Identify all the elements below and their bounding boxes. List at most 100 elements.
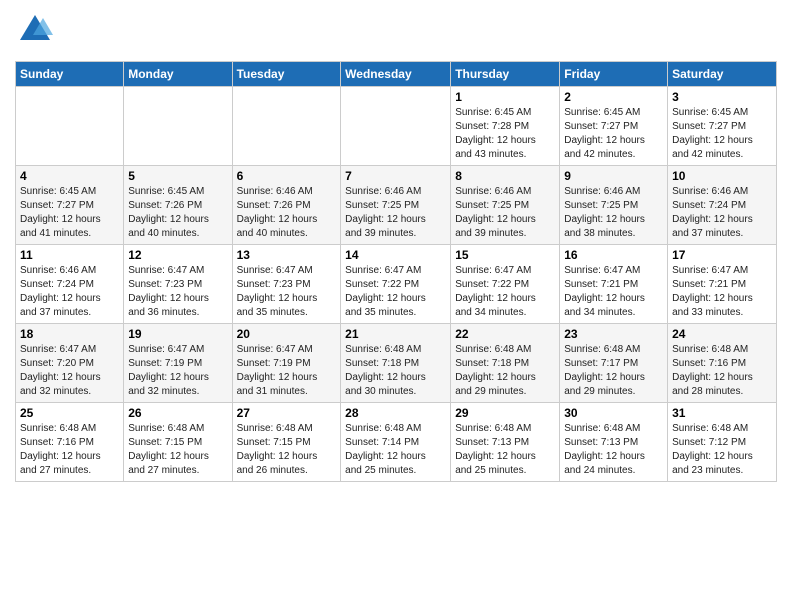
day-info: Sunrise: 6:46 AM Sunset: 7:26 PM Dayligh… [237, 185, 337, 241]
day-info: Sunrise: 6:48 AM Sunset: 7:18 PM Dayligh… [345, 343, 446, 399]
day-info: Sunrise: 6:48 AM Sunset: 7:15 PM Dayligh… [237, 422, 337, 478]
calendar-cell [124, 87, 232, 166]
day-info: Sunrise: 6:46 AM Sunset: 7:25 PM Dayligh… [564, 185, 663, 241]
day-number: 8 [455, 169, 555, 183]
day-number: 18 [20, 327, 119, 341]
calendar-cell: 9 Sunrise: 6:46 AM Sunset: 7:25 PM Daylig… [560, 166, 668, 245]
calendar-cell [232, 87, 341, 166]
calendar-cell: 10Sunrise: 6:46 AM Sunset: 7:24 PM Dayli… [668, 166, 777, 245]
calendar-cell: 21 Sunrise: 6:48 AM Sunset: 7:18 PM Dayli… [341, 324, 451, 403]
calendar-cell: 3 Sunrise: 6:45 AM Sunset: 7:27 PM Daylig… [668, 87, 777, 166]
calendar-cell: 31Sunrise: 6:48 AM Sunset: 7:12 PM Dayli… [668, 403, 777, 482]
weekday-header-wednesday: Wednesday [341, 62, 451, 87]
day-number: 17 [672, 248, 772, 262]
calendar-cell: 1 Sunrise: 6:45 AM Sunset: 7:28 PM Daylig… [451, 87, 560, 166]
calendar-cell: 27Sunrise: 6:48 AM Sunset: 7:15 PM Dayli… [232, 403, 341, 482]
calendar-cell: 24Sunrise: 6:48 AM Sunset: 7:16 PM Dayli… [668, 324, 777, 403]
day-info: Sunrise: 6:48 AM Sunset: 7:14 PM Dayligh… [345, 422, 446, 478]
calendar-cell: 2 Sunrise: 6:45 AM Sunset: 7:27 PM Daylig… [560, 87, 668, 166]
calendar-cell: 30 Sunrise: 6:48 AM Sunset: 7:13 PM Dayli… [560, 403, 668, 482]
calendar-cell: 4 Sunrise: 6:45 AM Sunset: 7:27 PM Daylig… [16, 166, 124, 245]
day-info: Sunrise: 6:46 AM Sunset: 7:25 PM Dayligh… [455, 185, 555, 241]
day-number: 29 [455, 406, 555, 420]
calendar-cell: 22Sunrise: 6:48 AM Sunset: 7:18 PM Dayli… [451, 324, 560, 403]
weekday-header-row: SundayMondayTuesdayWednesdayThursdayFrid… [16, 62, 777, 87]
day-number: 11 [20, 248, 119, 262]
day-info: Sunrise: 6:48 AM Sunset: 7:16 PM Dayligh… [672, 343, 772, 399]
weekday-header-sunday: Sunday [16, 62, 124, 87]
day-number: 19 [128, 327, 227, 341]
day-number: 25 [20, 406, 119, 420]
calendar-cell: 6 Sunrise: 6:46 AM Sunset: 7:26 PM Daylig… [232, 166, 341, 245]
calendar-cell: 28 Sunrise: 6:48 AM Sunset: 7:14 PM Dayli… [341, 403, 451, 482]
day-number: 26 [128, 406, 227, 420]
header [15, 10, 777, 55]
day-info: Sunrise: 6:48 AM Sunset: 7:17 PM Dayligh… [564, 343, 663, 399]
weekday-header-saturday: Saturday [668, 62, 777, 87]
calendar-cell: 7 Sunrise: 6:46 AM Sunset: 7:25 PM Daylig… [341, 166, 451, 245]
calendar-cell: 26 Sunrise: 6:48 AM Sunset: 7:15 PM Dayli… [124, 403, 232, 482]
day-number: 21 [345, 327, 446, 341]
day-number: 16 [564, 248, 663, 262]
logo-image [15, 10, 55, 55]
day-info: Sunrise: 6:48 AM Sunset: 7:16 PM Dayligh… [20, 422, 119, 478]
day-number: 14 [345, 248, 446, 262]
day-info: Sunrise: 6:48 AM Sunset: 7:13 PM Dayligh… [564, 422, 663, 478]
day-info: Sunrise: 6:47 AM Sunset: 7:21 PM Dayligh… [672, 264, 772, 320]
main-container: SundayMondayTuesdayWednesdayThursdayFrid… [0, 0, 792, 492]
day-info: Sunrise: 6:47 AM Sunset: 7:19 PM Dayligh… [237, 343, 337, 399]
day-number: 30 [564, 406, 663, 420]
calendar-cell: 5 Sunrise: 6:45 AM Sunset: 7:26 PM Daylig… [124, 166, 232, 245]
calendar-cell [16, 87, 124, 166]
day-info: Sunrise: 6:48 AM Sunset: 7:15 PM Dayligh… [128, 422, 227, 478]
day-number: 7 [345, 169, 446, 183]
weekday-header-monday: Monday [124, 62, 232, 87]
week-row-5: 25 Sunrise: 6:48 AM Sunset: 7:16 PM Dayli… [16, 403, 777, 482]
day-info: Sunrise: 6:45 AM Sunset: 7:27 PM Dayligh… [564, 106, 663, 162]
day-info: Sunrise: 6:45 AM Sunset: 7:26 PM Dayligh… [128, 185, 227, 241]
calendar-cell: 11 Sunrise: 6:46 AM Sunset: 7:24 PM Dayli… [16, 245, 124, 324]
calendar-cell: 20Sunrise: 6:47 AM Sunset: 7:19 PM Dayli… [232, 324, 341, 403]
day-info: Sunrise: 6:45 AM Sunset: 7:27 PM Dayligh… [20, 185, 119, 241]
day-info: Sunrise: 6:47 AM Sunset: 7:23 PM Dayligh… [128, 264, 227, 320]
calendar-cell: 17 Sunrise: 6:47 AM Sunset: 7:21 PM Dayli… [668, 245, 777, 324]
day-info: Sunrise: 6:47 AM Sunset: 7:21 PM Dayligh… [564, 264, 663, 320]
day-number: 28 [345, 406, 446, 420]
day-info: Sunrise: 6:47 AM Sunset: 7:19 PM Dayligh… [128, 343, 227, 399]
calendar-cell: 14 Sunrise: 6:47 AM Sunset: 7:22 PM Dayli… [341, 245, 451, 324]
day-number: 6 [237, 169, 337, 183]
day-number: 3 [672, 90, 772, 104]
day-info: Sunrise: 6:48 AM Sunset: 7:18 PM Dayligh… [455, 343, 555, 399]
calendar-cell: 23 Sunrise: 6:48 AM Sunset: 7:17 PM Dayli… [560, 324, 668, 403]
day-number: 2 [564, 90, 663, 104]
week-row-2: 4 Sunrise: 6:45 AM Sunset: 7:27 PM Daylig… [16, 166, 777, 245]
day-number: 23 [564, 327, 663, 341]
calendar-cell: 15Sunrise: 6:47 AM Sunset: 7:22 PM Dayli… [451, 245, 560, 324]
day-info: Sunrise: 6:46 AM Sunset: 7:25 PM Dayligh… [345, 185, 446, 241]
day-info: Sunrise: 6:45 AM Sunset: 7:27 PM Dayligh… [672, 106, 772, 162]
day-number: 1 [455, 90, 555, 104]
calendar-cell: 25 Sunrise: 6:48 AM Sunset: 7:16 PM Dayli… [16, 403, 124, 482]
logo [15, 10, 59, 55]
calendar-cell: 29 Sunrise: 6:48 AM Sunset: 7:13 PM Dayli… [451, 403, 560, 482]
day-number: 5 [128, 169, 227, 183]
weekday-header-friday: Friday [560, 62, 668, 87]
day-info: Sunrise: 6:46 AM Sunset: 7:24 PM Dayligh… [672, 185, 772, 241]
day-number: 31 [672, 406, 772, 420]
calendar-cell: 18Sunrise: 6:47 AM Sunset: 7:20 PM Dayli… [16, 324, 124, 403]
day-number: 9 [564, 169, 663, 183]
calendar: SundayMondayTuesdayWednesdayThursdayFrid… [15, 61, 777, 482]
calendar-cell: 12 Sunrise: 6:47 AM Sunset: 7:23 PM Dayli… [124, 245, 232, 324]
week-row-3: 11 Sunrise: 6:46 AM Sunset: 7:24 PM Dayli… [16, 245, 777, 324]
calendar-cell: 13 Sunrise: 6:47 AM Sunset: 7:23 PM Dayli… [232, 245, 341, 324]
day-number: 12 [128, 248, 227, 262]
day-info: Sunrise: 6:48 AM Sunset: 7:13 PM Dayligh… [455, 422, 555, 478]
week-row-1: 1 Sunrise: 6:45 AM Sunset: 7:28 PM Daylig… [16, 87, 777, 166]
day-info: Sunrise: 6:47 AM Sunset: 7:22 PM Dayligh… [345, 264, 446, 320]
day-number: 4 [20, 169, 119, 183]
weekday-header-tuesday: Tuesday [232, 62, 341, 87]
day-info: Sunrise: 6:46 AM Sunset: 7:24 PM Dayligh… [20, 264, 119, 320]
day-number: 13 [237, 248, 337, 262]
day-info: Sunrise: 6:45 AM Sunset: 7:28 PM Dayligh… [455, 106, 555, 162]
day-info: Sunrise: 6:47 AM Sunset: 7:23 PM Dayligh… [237, 264, 337, 320]
